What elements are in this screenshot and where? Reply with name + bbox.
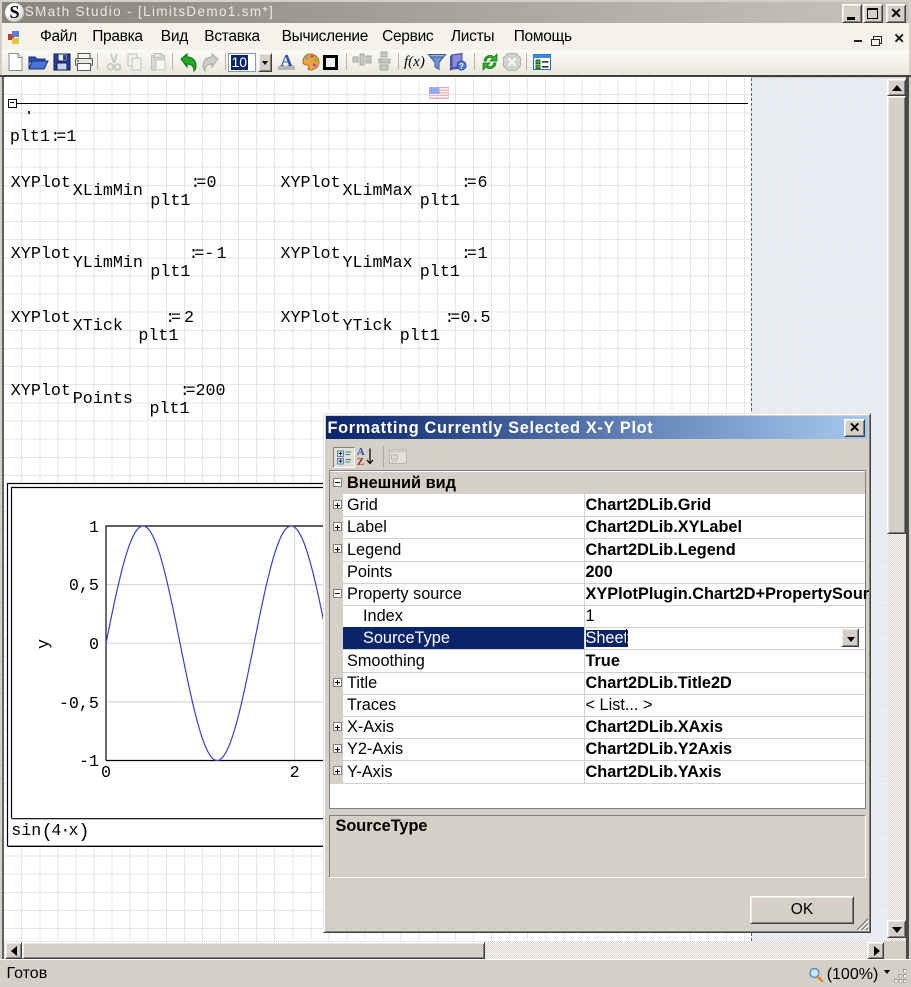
svg-text:+: + xyxy=(338,458,342,465)
svg-text:+: + xyxy=(338,451,342,458)
